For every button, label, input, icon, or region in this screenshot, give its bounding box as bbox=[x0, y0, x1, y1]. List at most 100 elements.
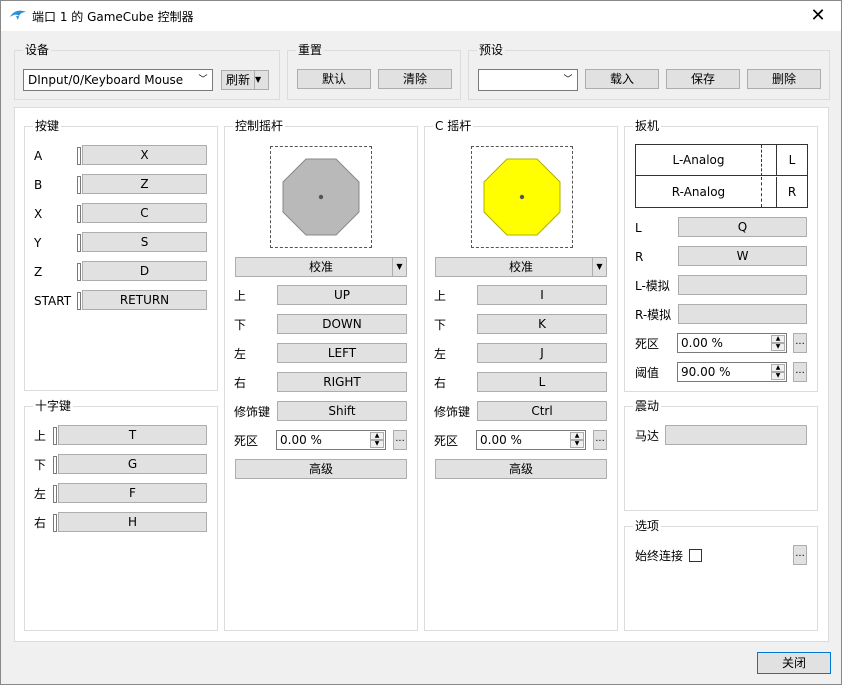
main-stick-label-modifier: 修饰键 bbox=[234, 405, 271, 419]
c-stick-advanced-button[interactable]: 高级 bbox=[435, 459, 607, 479]
chevron-down-icon: ﹀ bbox=[198, 75, 208, 85]
trigger-threshold-label: 阈值 bbox=[635, 366, 660, 380]
main-stick-modifier-mapping[interactable]: Shift bbox=[277, 401, 407, 421]
refresh-button[interactable]: 刷新 ▼ bbox=[221, 70, 269, 90]
input-level-bar bbox=[77, 147, 81, 165]
dpad-up-mapping[interactable]: T bbox=[58, 425, 207, 445]
trigger-deadzone-spinbox[interactable]: 0.00 % ▲ ▼ bbox=[677, 333, 787, 353]
buttons-group: 按键 A X B Z X C Y S Z D START RETURN bbox=[24, 119, 218, 391]
chevron-down-icon: ﹀ bbox=[563, 75, 573, 85]
trigger-right-digital-label: R bbox=[776, 177, 807, 207]
preset-group: 预设 ﹀ 载入 保存 删除 bbox=[468, 43, 830, 100]
close-button[interactable]: 关闭 bbox=[757, 652, 831, 674]
mapping-panel: 按键 A X B Z X C Y S Z D START RETURN 十字键 … bbox=[14, 107, 829, 642]
trigger-l-mapping[interactable]: Q bbox=[678, 217, 807, 237]
button-z-mapping[interactable]: D bbox=[82, 261, 207, 281]
spin-down-icon[interactable]: ▼ bbox=[570, 440, 584, 448]
main-stick-down-mapping[interactable]: DOWN bbox=[277, 314, 407, 334]
c-stick-label-modifier: 修饰键 bbox=[434, 405, 471, 419]
button-start-mapping[interactable]: RETURN bbox=[82, 290, 207, 310]
dropdown-arrow-icon[interactable]: ▼ bbox=[392, 258, 406, 276]
trigger-deadzone-more-button[interactable]: ... bbox=[793, 333, 807, 353]
options-more-button[interactable]: ... bbox=[793, 545, 807, 565]
dpad-right-mapping[interactable]: H bbox=[58, 512, 207, 532]
load-button[interactable]: 载入 bbox=[585, 69, 659, 89]
button-b-mapping[interactable]: Z bbox=[82, 174, 207, 194]
spin-up-icon[interactable]: ▲ bbox=[771, 335, 785, 343]
trigger-left-analog-label: L-Analog bbox=[672, 153, 725, 167]
main-stick-deadzone-spinbox[interactable]: 0.00 % ▲ ▼ bbox=[276, 430, 386, 450]
save-button[interactable]: 保存 bbox=[666, 69, 740, 89]
main-stick-label-right: 右 bbox=[234, 376, 247, 390]
main-stick-deadzone-more-button[interactable]: ... bbox=[393, 430, 407, 450]
main-stick-calibrate-button[interactable]: 校准 ▼ bbox=[235, 257, 407, 277]
c-stick-calibrate-button[interactable]: 校准 ▼ bbox=[435, 257, 607, 277]
triggers-group-label: 扳机 bbox=[633, 119, 662, 133]
deadzone-value: 0.00 % bbox=[480, 433, 522, 447]
main-stick-preview bbox=[270, 146, 372, 248]
trigger-label-r: R bbox=[635, 250, 644, 264]
dpad-group: 十字键 上 T 下 G 左 F 右 H bbox=[24, 399, 218, 631]
c-stick-down-mapping[interactable]: K bbox=[477, 314, 607, 334]
calibrate-label: 校准 bbox=[308, 260, 333, 274]
c-stick-group-label: C 摇杆 bbox=[433, 119, 474, 133]
spin-up-icon[interactable]: ▲ bbox=[771, 364, 785, 372]
c-stick-up-mapping[interactable]: I bbox=[477, 285, 607, 305]
trigger-label-r-analog: R-模拟 bbox=[635, 308, 672, 322]
c-stick-right-mapping[interactable]: L bbox=[477, 372, 607, 392]
close-icon[interactable]: ✕ bbox=[795, 1, 841, 31]
spin-down-icon[interactable]: ▼ bbox=[771, 343, 785, 351]
trigger-r-analog-mapping[interactable] bbox=[678, 304, 807, 324]
options-group-label: 选项 bbox=[633, 519, 662, 533]
spin-up-icon[interactable]: ▲ bbox=[370, 432, 384, 440]
always-connected-checkbox[interactable] bbox=[689, 549, 702, 562]
calibrate-label: 校准 bbox=[508, 260, 533, 274]
device-group: 设备 DInput/0/Keyboard Mouse ﹀ 刷新 ▼ bbox=[14, 43, 280, 100]
dpad-label-right: 右 bbox=[34, 516, 47, 530]
trigger-threshold-more-button[interactable]: ... bbox=[793, 362, 807, 382]
c-stick-label-right: 右 bbox=[434, 376, 447, 390]
spin-up-icon[interactable]: ▲ bbox=[570, 432, 584, 440]
trigger-threshold-spinbox[interactable]: 90.00 % ▲ ▼ bbox=[677, 362, 787, 382]
main-stick-left-mapping[interactable]: LEFT bbox=[277, 343, 407, 363]
button-y-mapping[interactable]: S bbox=[82, 232, 207, 252]
button-label-z: Z bbox=[34, 265, 43, 279]
input-level-bar bbox=[53, 485, 57, 503]
delete-button[interactable]: 删除 bbox=[747, 69, 821, 89]
main-stick-up-mapping[interactable]: UP bbox=[277, 285, 407, 305]
input-level-bar bbox=[77, 205, 81, 223]
clear-button[interactable]: 清除 bbox=[378, 69, 452, 89]
threshold-value: 90.00 % bbox=[681, 365, 731, 379]
main-stick-group: 控制摇杆 校准 ▼ 上 UP 下 DOWN 左 LEFT 右 RIGHT 修饰键… bbox=[224, 119, 418, 631]
deadzone-value: 0.00 % bbox=[681, 336, 723, 350]
rumble-motor-mapping[interactable] bbox=[665, 425, 807, 445]
reset-group-label: 重置 bbox=[296, 43, 325, 57]
dpad-left-mapping[interactable]: F bbox=[58, 483, 207, 503]
button-a-mapping[interactable]: X bbox=[82, 145, 207, 165]
dropdown-arrow-icon[interactable]: ▼ bbox=[592, 258, 606, 276]
dpad-label-left: 左 bbox=[34, 487, 47, 501]
main-stick-advanced-button[interactable]: 高级 bbox=[235, 459, 407, 479]
dpad-group-label: 十字键 bbox=[33, 399, 74, 413]
controller-config-window: 端口 1 的 GameCube 控制器 ✕ 设备 DInput/0/Keyboa… bbox=[0, 0, 842, 685]
spin-down-icon[interactable]: ▼ bbox=[771, 372, 785, 380]
main-stick-label-up: 上 bbox=[234, 289, 247, 303]
c-stick-deadzone-spinbox[interactable]: 0.00 % ▲ ▼ bbox=[476, 430, 586, 450]
c-stick-left-mapping[interactable]: J bbox=[477, 343, 607, 363]
device-select[interactable]: DInput/0/Keyboard Mouse ﹀ bbox=[23, 69, 213, 91]
default-button[interactable]: 默认 bbox=[297, 69, 371, 89]
trigger-r-mapping[interactable]: W bbox=[678, 246, 807, 266]
preset-group-label: 预设 bbox=[477, 43, 506, 57]
dpad-down-mapping[interactable]: G bbox=[58, 454, 207, 474]
trigger-left-digital-label: L bbox=[776, 145, 807, 176]
button-x-mapping[interactable]: C bbox=[82, 203, 207, 223]
preset-select[interactable]: ﹀ bbox=[478, 69, 578, 91]
dropdown-arrow-icon[interactable]: ▼ bbox=[254, 71, 268, 89]
c-stick-modifier-mapping[interactable]: Ctrl bbox=[477, 401, 607, 421]
main-stick-right-mapping[interactable]: RIGHT bbox=[277, 372, 407, 392]
spin-down-icon[interactable]: ▼ bbox=[370, 440, 384, 448]
options-group: 选项 始终连接 ... bbox=[624, 519, 818, 631]
input-level-bar bbox=[77, 234, 81, 252]
trigger-l-analog-mapping[interactable] bbox=[678, 275, 807, 295]
c-stick-deadzone-more-button[interactable]: ... bbox=[593, 430, 607, 450]
